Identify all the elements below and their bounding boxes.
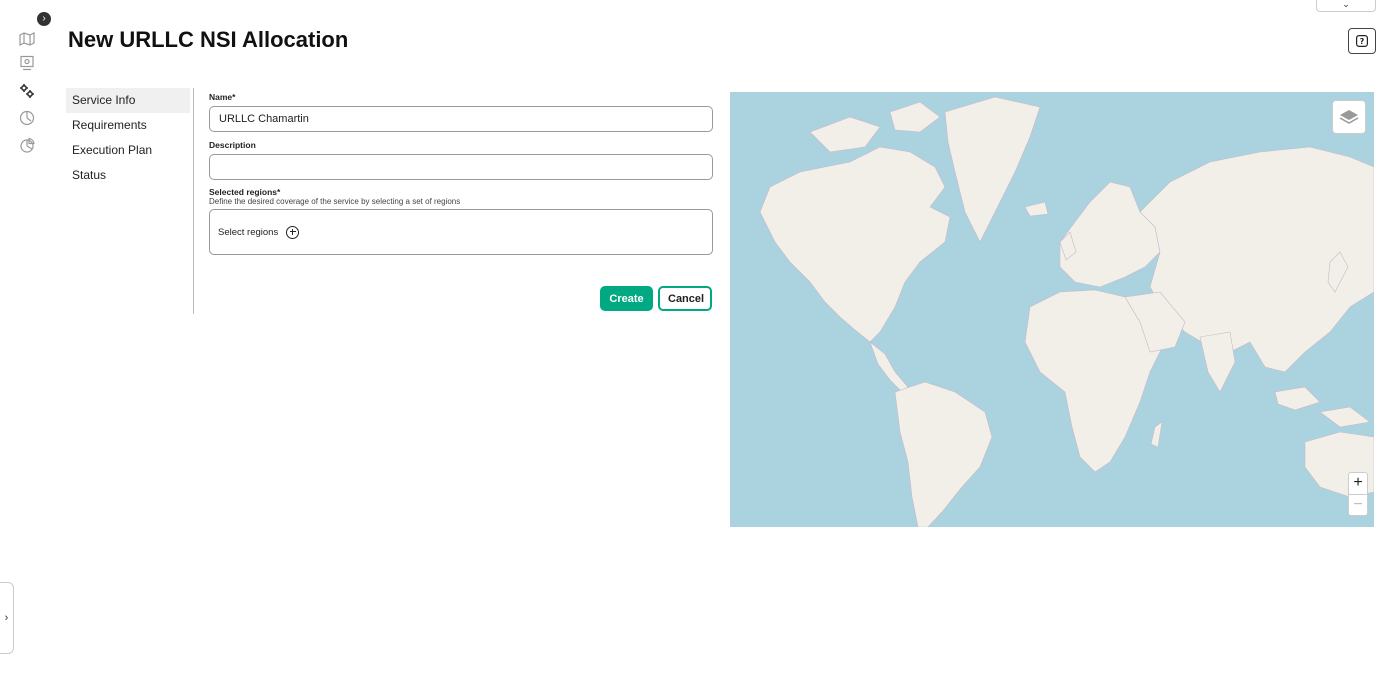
zoom-control: + − <box>1348 472 1368 516</box>
zoom-in-button[interactable]: + <box>1349 473 1367 494</box>
svg-text:?: ? <box>1360 37 1365 46</box>
regions-label: Selected regions* <box>209 187 281 197</box>
step-requirements[interactable]: Requirements <box>66 113 190 138</box>
add-circle-icon[interactable] <box>286 225 300 239</box>
left-nav-rail: › › <box>0 0 51 673</box>
zoom-out-button[interactable]: − <box>1349 494 1367 515</box>
form-actions: Create Cancel <box>600 286 712 311</box>
select-regions-label: Select regions <box>218 226 279 238</box>
service-info-form: Name* Description Selected regions* Defi… <box>209 92 714 255</box>
help-button[interactable]: ? <box>1348 28 1376 54</box>
description-field[interactable] <box>209 154 713 180</box>
regions-hint: Define the desired coverage of the servi… <box>209 197 461 206</box>
chevron-down-icon[interactable]: ⌄ <box>1316 0 1376 12</box>
expand-panel-button[interactable]: › <box>0 582 14 654</box>
map-icon[interactable] <box>19 31 35 47</box>
page-title: New URLLC NSI Allocation <box>68 27 349 52</box>
step-service-info[interactable]: Service Info <box>66 88 190 113</box>
regions-selector[interactable]: Select regions <box>209 209 713 255</box>
layers-button[interactable] <box>1332 100 1366 134</box>
name-label: Name* <box>209 92 236 102</box>
collapse-rail-icon[interactable]: › <box>37 12 51 26</box>
cancel-button[interactable]: Cancel <box>658 286 712 311</box>
steps-divider <box>193 88 194 314</box>
layers-icon <box>1339 110 1359 124</box>
name-field[interactable] <box>209 106 713 132</box>
step-status[interactable]: Status <box>66 163 190 188</box>
monitor-settings-icon[interactable] <box>19 55 35 71</box>
create-button[interactable]: Create <box>600 286 653 311</box>
wizard-steps: Service Info Requirements Execution Plan… <box>66 88 190 188</box>
help-icon: ? <box>1356 35 1368 47</box>
description-label: Description <box>209 140 256 150</box>
map-tiles <box>759 96 1374 527</box>
gears-icon[interactable] <box>19 83 35 99</box>
pie-chart-icon[interactable] <box>19 137 35 153</box>
world-map[interactable]: + − <box>730 92 1374 527</box>
step-execution-plan[interactable]: Execution Plan <box>66 138 190 163</box>
gauge-icon[interactable] <box>19 110 35 126</box>
